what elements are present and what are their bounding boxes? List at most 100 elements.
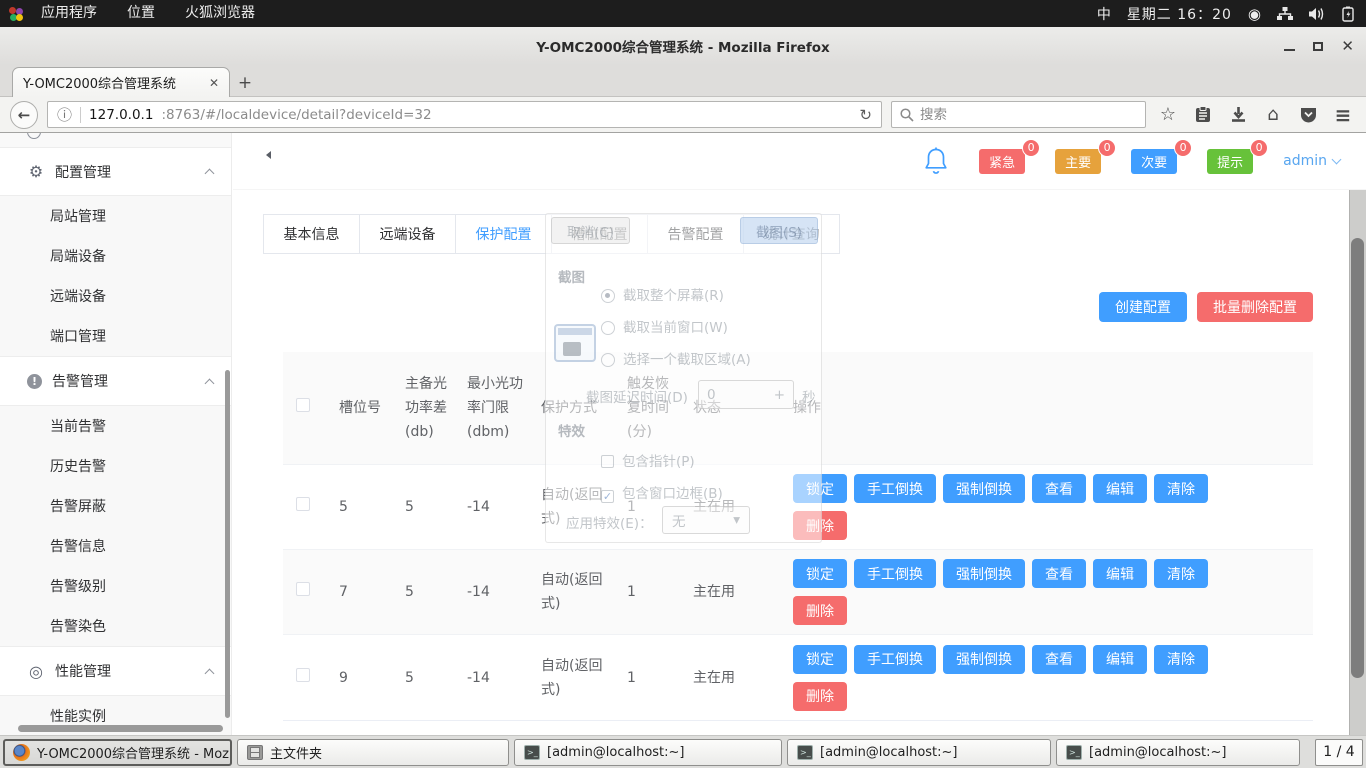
- tab-protection-config[interactable]: 保护配置: [455, 214, 552, 254]
- view-button[interactable]: 查看: [1032, 645, 1086, 674]
- sidebar-vertical-scrollbar[interactable]: [225, 370, 230, 718]
- badge-hint[interactable]: 提示 0: [1207, 149, 1253, 174]
- reload-icon[interactable]: ↻: [859, 106, 872, 124]
- sidebar-item-remote-device[interactable]: 远端设备: [0, 276, 231, 316]
- terminal-icon: >_: [524, 745, 540, 760]
- firefox-navbar: ← ⓘ 127.0.0.1 :8763/#/localdevice/detail…: [0, 97, 1366, 133]
- new-tab-button[interactable]: +: [230, 70, 260, 96]
- manual-switch-button[interactable]: 手工倒换: [854, 559, 936, 588]
- hamburger-menu-icon[interactable]: ≡: [1330, 103, 1356, 127]
- url-bar[interactable]: ⓘ 127.0.0.1 :8763/#/localdevice/detail?d…: [47, 101, 882, 128]
- sidebar-section-perf-mgmt[interactable]: ◎ 性能管理: [0, 647, 231, 696]
- taskbar-firefox-window[interactable]: Y-OMC2000综合管理系统 - Mozill…: [3, 739, 232, 766]
- manual-switch-button[interactable]: 手工倒换: [854, 474, 936, 503]
- sidebar-item-alarm-info[interactable]: 告警信息: [0, 526, 231, 566]
- page-scrollbar-track[interactable]: [1349, 190, 1366, 735]
- cell-slot: 9: [331, 666, 397, 690]
- taskbar-terminal-window-1[interactable]: >_ [admin@localhost:~]: [514, 739, 782, 766]
- edit-button[interactable]: 编辑: [1093, 645, 1147, 674]
- clock[interactable]: 星期二 16：20: [1127, 4, 1232, 24]
- user-menu[interactable]: admin: [1283, 153, 1340, 169]
- browser-tab[interactable]: Y-OMC2000综合管理系统 ✕: [12, 67, 230, 97]
- sidebar-collapse-icon[interactable]: [263, 153, 270, 169]
- badge-major[interactable]: 主要 0: [1055, 149, 1101, 174]
- clear-button[interactable]: 清除: [1154, 474, 1208, 503]
- tab-remote-device[interactable]: 远端设备: [359, 214, 456, 254]
- taskbar-terminal-window-2[interactable]: >_ [admin@localhost:~]: [787, 739, 1051, 766]
- sidebar-section-alarm-mgmt[interactable]: ! 告警管理: [0, 357, 231, 406]
- screen-record-icon[interactable]: ◉: [1248, 5, 1261, 23]
- battery-icon[interactable]: [1342, 6, 1354, 22]
- tab-close-icon[interactable]: ✕: [209, 76, 219, 90]
- sidebar-horizontal-scrollbar[interactable]: [18, 725, 223, 732]
- force-switch-button[interactable]: 强制倒换: [943, 559, 1025, 588]
- close-button[interactable]: ✕: [1341, 39, 1354, 54]
- tab-basic-info[interactable]: 基本信息: [263, 214, 360, 254]
- sidebar-item-alarm-mask[interactable]: 告警屏蔽: [0, 486, 231, 526]
- batch-delete-button[interactable]: 批量删除配置: [1197, 292, 1313, 322]
- edit-button[interactable]: 编辑: [1093, 559, 1147, 588]
- taskbar-window-label: [admin@localhost:~]: [547, 745, 685, 760]
- notification-bell-icon[interactable]: [923, 146, 949, 176]
- tab-statistics-query[interactable]: 统计查询: [743, 214, 840, 254]
- badge-critical[interactable]: 紧急 0: [979, 149, 1025, 174]
- sidebar-item-history-alarm[interactable]: 历史告警: [0, 446, 231, 486]
- badge-minor[interactable]: 次要 0: [1131, 149, 1177, 174]
- force-switch-button[interactable]: 强制倒换: [943, 645, 1025, 674]
- row-checkbox[interactable]: [296, 668, 310, 682]
- sidebar-item-station-mgmt[interactable]: 局站管理: [0, 196, 231, 236]
- force-switch-button[interactable]: 强制倒换: [943, 474, 1025, 503]
- create-config-button[interactable]: 创建配置: [1099, 292, 1187, 322]
- clear-button[interactable]: 清除: [1154, 645, 1208, 674]
- firefox-menu[interactable]: 火狐浏览器: [172, 0, 268, 27]
- sidebar-item-current-alarm[interactable]: 当前告警: [0, 406, 231, 446]
- view-button[interactable]: 查看: [1032, 559, 1086, 588]
- tab-title: Y-OMC2000综合管理系统: [23, 73, 201, 92]
- taskbar-files-window[interactable]: 主文件夹: [237, 739, 509, 766]
- home-icon[interactable]: ⌂: [1260, 104, 1286, 125]
- search-input[interactable]: [920, 107, 1137, 123]
- view-button[interactable]: 查看: [1032, 474, 1086, 503]
- taskbar-window-label: Y-OMC2000综合管理系统 - Mozill…: [37, 743, 232, 762]
- taskbar-terminal-window-3[interactable]: >_ [admin@localhost:~]: [1056, 739, 1300, 766]
- manual-switch-button[interactable]: 手工倒换: [854, 645, 936, 674]
- delete-button[interactable]: 删除: [793, 511, 847, 540]
- bookmark-star-icon[interactable]: ☆: [1155, 104, 1181, 125]
- lock-button[interactable]: 锁定: [793, 474, 847, 503]
- sidebar-section-config-mgmt[interactable]: ⚙ 配置管理: [0, 147, 231, 196]
- tab-slot-config[interactable]: 槽位配置: [551, 214, 648, 254]
- edit-button[interactable]: 编辑: [1093, 474, 1147, 503]
- badge-label: 主要: [1055, 149, 1101, 174]
- workspace-pager[interactable]: 1 / 4: [1315, 739, 1363, 766]
- places-menu[interactable]: 位置: [114, 0, 168, 27]
- cell-power-diff: 5: [397, 580, 459, 604]
- minimize-button[interactable]: [1284, 49, 1295, 51]
- back-button[interactable]: ←: [10, 101, 38, 129]
- sidebar-item-local-device[interactable]: 局端设备: [0, 236, 231, 276]
- pocket-icon[interactable]: [1295, 107, 1321, 123]
- row-checkbox[interactable]: [296, 497, 310, 511]
- firefox-titlebar[interactable]: Y-OMC2000综合管理系统 - Mozilla Firefox ✕: [0, 27, 1366, 65]
- maximize-button[interactable]: [1313, 42, 1323, 51]
- tab-alarm-config[interactable]: 告警配置: [647, 214, 744, 254]
- site-info-icon[interactable]: ⓘ: [57, 104, 72, 125]
- downloads-icon[interactable]: [1225, 107, 1251, 123]
- delete-button[interactable]: 删除: [793, 596, 847, 625]
- volume-icon[interactable]: [1309, 7, 1326, 21]
- delete-button[interactable]: 删除: [793, 682, 847, 711]
- network-icon[interactable]: [1277, 7, 1293, 21]
- sidebar-item-alarm-level[interactable]: 告警级别: [0, 566, 231, 606]
- sidebar-item-alarm-color[interactable]: 告警染色: [0, 606, 231, 646]
- input-method-indicator[interactable]: 中: [1097, 4, 1111, 24]
- select-all-checkbox[interactable]: [296, 398, 310, 412]
- sidebar-item-port-mgmt[interactable]: 端口管理: [0, 316, 231, 356]
- lock-button[interactable]: 锁定: [793, 645, 847, 674]
- search-box[interactable]: [891, 101, 1146, 128]
- row-checkbox[interactable]: [296, 582, 310, 596]
- library-icon[interactable]: [1190, 106, 1216, 123]
- applications-menu[interactable]: 应用程序: [28, 0, 110, 27]
- col-status: 状态: [685, 396, 777, 420]
- lock-button[interactable]: 锁定: [793, 559, 847, 588]
- clear-button[interactable]: 清除: [1154, 559, 1208, 588]
- page-scrollbar-thumb[interactable]: [1351, 238, 1364, 678]
